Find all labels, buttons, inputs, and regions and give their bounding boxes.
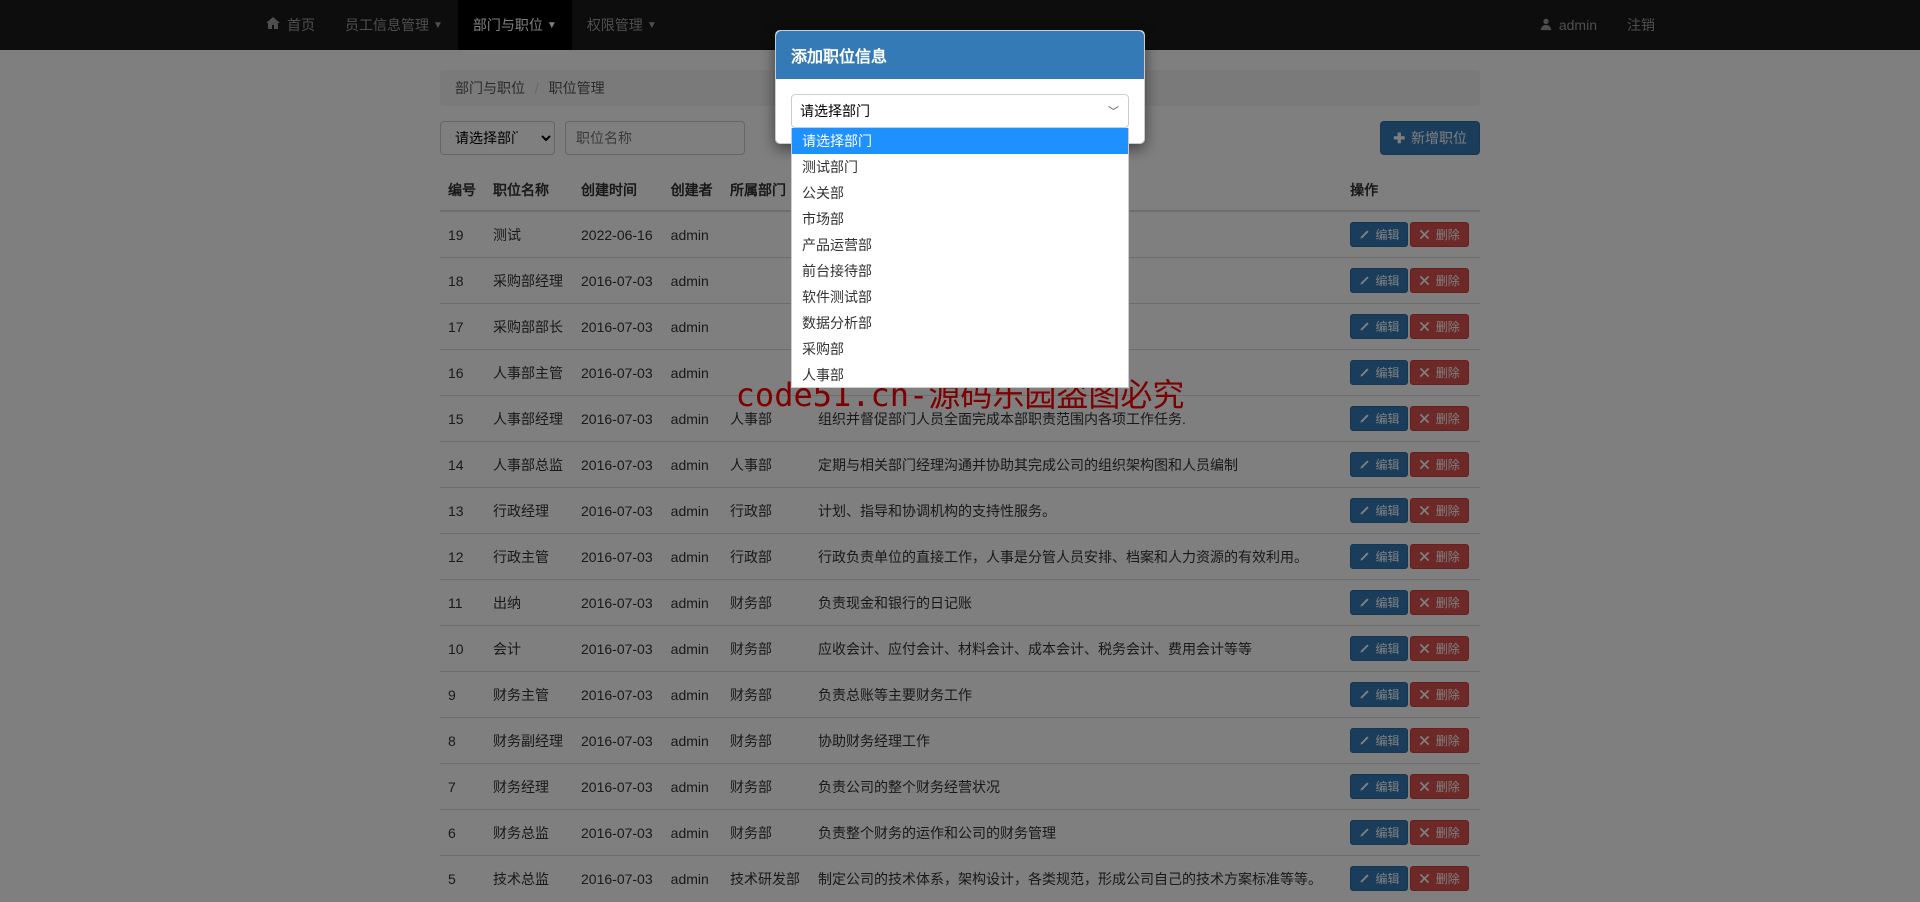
dropdown-option[interactable]: 产品运营部 — [792, 232, 1128, 258]
dropdown-option[interactable]: 请选择部门 — [792, 128, 1128, 154]
dropdown-option[interactable]: 前台接待部 — [792, 258, 1128, 284]
dropdown-option[interactable]: 人事部 — [792, 362, 1128, 388]
dropdown-option[interactable]: 公关部 — [792, 180, 1128, 206]
department-dropdown-list: 请选择部门测试部门公关部市场部产品运营部前台接待部软件测试部数据分析部采购部人事… — [791, 128, 1129, 388]
dropdown-option[interactable]: 软件测试部 — [792, 284, 1128, 310]
modal-department-select[interactable]: 请选择部门 — [791, 94, 1129, 128]
dropdown-option[interactable]: 测试部门 — [792, 154, 1128, 180]
add-position-modal: 添加职位信息 请选择部门 ﹀ 请选择部门测试部门公关部市场部产品运营部前台接待部… — [775, 30, 1145, 144]
dropdown-option[interactable]: 市场部 — [792, 206, 1128, 232]
dropdown-option[interactable]: 采购部 — [792, 336, 1128, 362]
modal-title: 添加职位信息 — [776, 31, 1144, 79]
dropdown-option[interactable]: 数据分析部 — [792, 310, 1128, 336]
